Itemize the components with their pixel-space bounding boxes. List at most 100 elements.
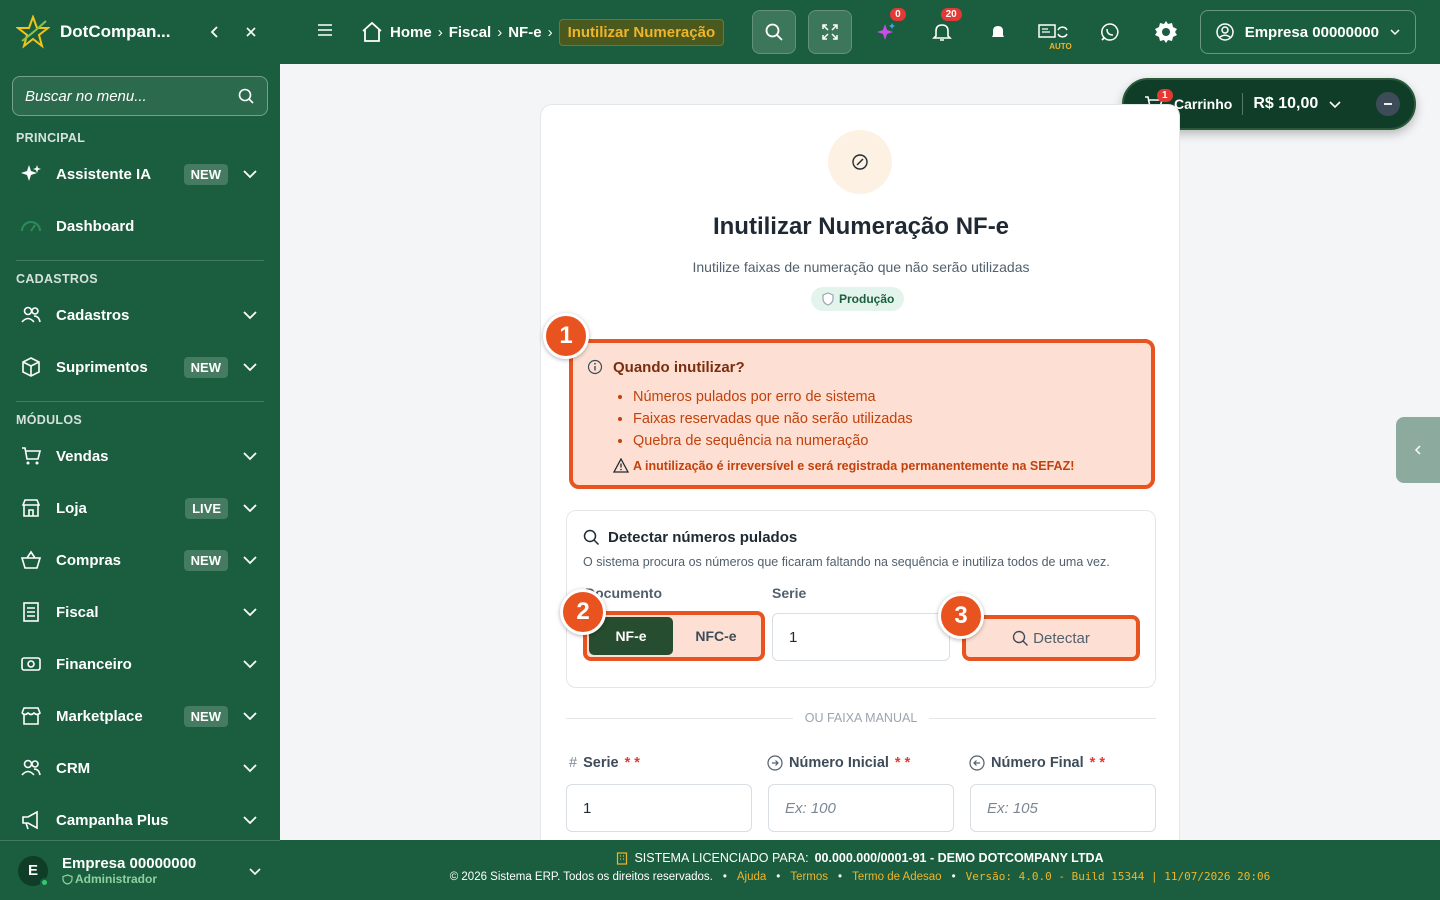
cart-label: Carrinho	[1174, 96, 1233, 112]
sidebar-item-label: CRM	[56, 759, 91, 777]
chevron-down-icon[interactable]	[1328, 97, 1342, 111]
required-mark: * *	[1089, 755, 1105, 771]
doc-type-toggle[interactable]: NF-e NFC-e	[583, 611, 765, 661]
sidebar-item-crm[interactable]: CRM	[0, 742, 280, 794]
breadcrumb: Home › Fiscal › NF-e › Inutilizar Numera…	[360, 18, 725, 46]
whatsapp-icon	[1100, 23, 1119, 41]
sidebar-item-loja[interactable]: Loja LIVE	[0, 482, 280, 534]
sidebar-user[interactable]: E Empresa 00000000 Administrador	[0, 840, 280, 900]
manual-inicial-input[interactable]: Ex: 100	[768, 784, 954, 832]
search-button[interactable]	[751, 10, 796, 54]
divider-label: OU FAIXA MANUAL	[804, 711, 918, 725]
alert-warning-text: A inutilização é irreversível e será reg…	[633, 458, 1075, 473]
sidebar-item-fiscal[interactable]: Fiscal	[0, 586, 280, 638]
sync-button[interactable]: AUTO	[1032, 10, 1076, 54]
detect-button[interactable]: Detectar	[962, 615, 1140, 661]
license-value: 00.000.000/0001-91 - DEMO DOTCOMPANY LTD…	[814, 851, 1104, 865]
step-marker-3: 3	[938, 593, 984, 639]
footer-link-ajuda[interactable]: Ajuda	[737, 871, 766, 883]
breadcrumb-current: Inutilizar Numeração	[558, 18, 725, 46]
chevron-down-icon	[249, 867, 261, 875]
sidebar-item-cadastros[interactable]: Cadastros	[0, 289, 280, 341]
company-name: Empresa 00000000	[1244, 23, 1379, 41]
environment-label: Produção	[839, 292, 895, 306]
footer-link-termo-adesao[interactable]: Termo de Adesao	[852, 871, 942, 883]
sparkles-icon	[21, 165, 41, 181]
sidebar-item-compras[interactable]: Compras NEW	[0, 534, 280, 586]
sidebar-item-suprimentos[interactable]: Suprimentos NEW	[0, 341, 280, 393]
notifications-button[interactable]: 20	[920, 8, 964, 54]
arrow-right-circle-icon	[767, 755, 783, 771]
close-icon[interactable]	[238, 19, 264, 45]
topbar: Home › Fiscal › NF-e › Inutilizar Numera…	[280, 0, 1440, 64]
alert-list: Números pulados por erro de sistema Faix…	[633, 386, 1135, 452]
bell-icon	[991, 26, 1004, 37]
notif-count-badge: 20	[940, 8, 962, 21]
breadcrumb-home[interactable]: Home	[390, 24, 432, 41]
chevron-down-icon	[243, 816, 257, 825]
ai-notifications-button[interactable]: 0	[864, 8, 908, 54]
company-selector[interactable]: Empresa 00000000	[1199, 10, 1416, 54]
expand-icon	[821, 24, 838, 40]
user-role: Administrador	[75, 872, 158, 886]
serie-label: Serie	[772, 585, 807, 601]
chevron-down-icon	[243, 608, 257, 617]
new-badge: NEW	[183, 163, 228, 185]
collapse-cart-button[interactable]	[1376, 92, 1400, 116]
manual-final-label: Número Final * *	[969, 755, 1105, 771]
whatsapp-button[interactable]	[1088, 10, 1132, 54]
usage-alert: Quando inutilizar? Números pulados por e…	[569, 339, 1155, 489]
sidebar-item-label: Loja	[56, 499, 87, 517]
sidebar-search-input[interactable]	[25, 87, 237, 105]
sidebar-item-label: Financeiro	[56, 655, 132, 673]
chevron-down-icon	[243, 764, 257, 773]
alerts-button[interactable]	[976, 10, 1020, 54]
settings-button[interactable]	[1144, 10, 1188, 54]
menu-icon[interactable]	[316, 21, 334, 44]
section-cadastros: CADASTROS	[16, 272, 98, 286]
app-footer: SISTEMA LICENCIADO PARA: 00.000.000/0001…	[280, 840, 1440, 900]
alert-warning: A inutilização é irreversível e será reg…	[613, 458, 1135, 473]
sidebar-item-marketplace[interactable]: Marketplace NEW	[0, 690, 280, 742]
page-subtitle: Inutilize faixas de numeração que não se…	[692, 259, 1030, 275]
store-icon	[21, 499, 41, 517]
section-modulos: MÓDULOS	[16, 413, 82, 427]
sidebar-item-dashboard[interactable]: Dashboard	[0, 200, 280, 252]
new-badge: NEW	[183, 356, 228, 378]
users-icon	[21, 306, 41, 323]
sidebar-item-campanha-plus[interactable]: Campanha Plus	[0, 794, 280, 846]
manual-serie-input[interactable]: 1	[566, 784, 752, 832]
chevron-down-icon	[243, 556, 257, 565]
cart-total: R$ 10,00	[1253, 95, 1319, 112]
footer-dot: •	[722, 870, 727, 883]
sidebar-item-label: Fiscal	[56, 603, 99, 621]
online-dot	[40, 877, 49, 887]
breadcrumb-fiscal[interactable]: Fiscal	[449, 24, 492, 41]
search-icon	[765, 23, 783, 41]
live-badge: LIVE	[185, 497, 228, 519]
user-circle-icon	[1215, 23, 1234, 41]
manual-serie-label: # Serie * *	[569, 755, 640, 771]
sidebar-search[interactable]	[12, 76, 268, 116]
sidebar-item-financeiro[interactable]: Financeiro	[0, 638, 280, 690]
new-badge: NEW	[183, 705, 228, 727]
manual-final-input[interactable]: Ex: 105	[970, 784, 1156, 832]
sync-icon	[1037, 24, 1068, 38]
footer-link-termos[interactable]: Termos	[790, 871, 828, 883]
sidebar-item-assistente-ia[interactable]: Assistente IA NEW	[0, 148, 280, 200]
sidebar-item-vendas[interactable]: Vendas	[0, 430, 280, 482]
breadcrumb-nfe[interactable]: NF-e	[508, 24, 541, 41]
side-panel-toggle[interactable]	[1396, 417, 1440, 483]
step-marker-2: 2	[560, 589, 606, 635]
sidebar-item-label: Campanha Plus	[56, 811, 169, 829]
box-icon	[22, 357, 40, 377]
auto-label: AUTO	[1049, 42, 1072, 51]
alert-title: Quando inutilizar?	[613, 359, 745, 376]
chevron-left-icon[interactable]	[202, 19, 228, 45]
doc-option-nfce[interactable]: NFC-e	[673, 617, 759, 655]
detect-serie-input[interactable]: 1	[772, 613, 950, 661]
required-mark: * *	[894, 755, 911, 771]
gear-icon	[1154, 21, 1177, 43]
fullscreen-button[interactable]	[807, 10, 852, 54]
avatar-letter: E	[27, 862, 38, 879]
